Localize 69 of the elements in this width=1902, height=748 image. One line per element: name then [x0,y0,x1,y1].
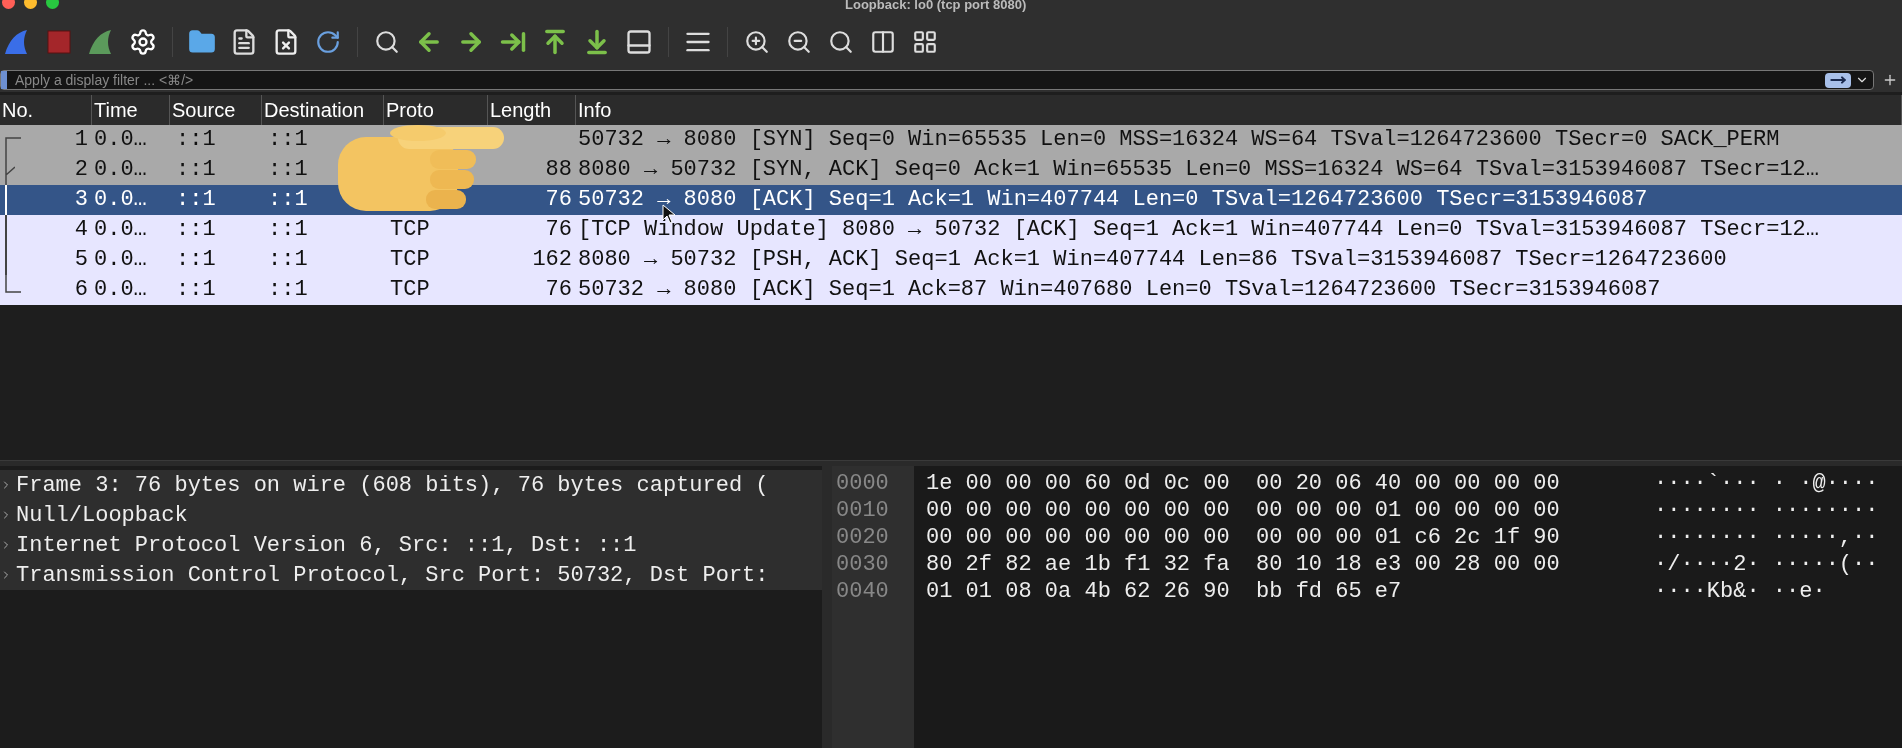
packet-row[interactable]: 3 0.0… ::1 ::1 76 50732 → 8080 [ACK] Seq=1 Ack=1 Win=407744 Len=0 TSval=1264723600 TSecr=3153946087 [0,185,1902,215]
table-cell-text: 88 [545,156,572,184]
table-cell: ::1 [268,217,308,242]
table-cell-text: 162 [532,246,572,274]
table-cell: TCP [390,277,430,302]
ascii-bytes: ····Kb&· ··e· [1654,578,1826,605]
table-cell: 0.0… [94,127,147,152]
table-cell: ::1 [176,277,216,302]
ascii-bytes: ········ ·····,·· [1654,524,1879,551]
table-cell: ::1 [176,187,216,212]
table-cell: ::1 [176,157,216,182]
hex-bytes: 01 01 08 0a 4b 62 26 90 bb fd 65 e7 [925,578,1403,605]
table-cell: 0.0… [94,187,147,212]
table-cell: 0.0… [94,247,147,272]
table-cell-text: 6 [74,276,89,304]
table-cell-text: 2 [74,156,89,184]
table-cell: ::1 [268,157,308,182]
table-cell: 8080 → 50732 [PSH, ACK] Seq=1 Ack=1 Win=407744 Len=86 TSval=3153946087 TSecr=1264723600 [578,247,1727,272]
table-cell: [TCP Window Update] 8080 → 50732 [ACK] Seq=1 Ack=1 Win=407744 Len=0 TSval=3153946087 TSecr=12… [578,217,1819,242]
table-cell: 50732 → 8080 [ACK] Seq=1 Ack=1 Win=407744 Len=0 TSval=1264723600 TSecr=3153946087 [578,187,1648,212]
table-cell: 8080 → 50732 [SYN, ACK] Seq=0 Ack=1 Win=65535 Len=0 MSS=16324 WS=64 TSval=3153946087 TSecr=12… [578,157,1819,182]
table-cell: ::1 [268,247,308,272]
packet-row[interactable]: 4 0.0… ::1 ::1 TCP 76 [TCP Window Update] 8080 → 50732 [ACK] Seq=1 Ack=1 Win=407744 Len=0 TSval=3153946087 TSecr=12… [0,215,1902,245]
ascii-bytes: ····`··· · ·@···· [1654,470,1879,497]
table-cell-text: 3 [74,186,89,214]
column-header[interactable]: Destination [264,99,365,121]
packet-row[interactable]: 1 0.0… ::1 ::1 50732 → 8080 [SYN] Seq=0 Win=65535 Len=0 MSS=16324 WS=64 TSval=1264723600 TSecr=0 SACK_PERM [0,125,1902,155]
column-header[interactable]: Info [578,99,612,121]
table-cell: ::1 [268,277,308,302]
table-cell: 0.0… [94,157,147,182]
hex-bytes: 00 00 00 00 00 00 00 00 00 00 00 01 00 00 00 00 [925,497,1561,524]
hex-bytes: 1e 00 00 00 60 0d 0c 00 00 20 06 40 00 00 00 00 [925,470,1561,497]
table-cell: TCP [390,247,430,272]
column-header[interactable]: Proto [386,99,434,121]
packet-row[interactable]: 6 0.0… ::1 ::1 TCP 76 50732 → 8080 [ACK] Seq=1 Ack=87 Win=407680 Len=0 TSval=1264723600 TSecr=3153946087 [0,275,1902,305]
add-filter-icon[interactable] [1882,72,1898,88]
packet-row[interactable]: 2 0.0… ::1 ::1 88 8080 → 50732 [SYN, ACK] Seq=0 Ack=1 Win=65535 Len=0 MSS=16324 WS=64 TSval=3153946087 TSecr=12… [0,155,1902,185]
table-cell: ::1 [176,127,216,152]
ascii-bytes: ·/····2· ·····(·· [1654,551,1879,578]
table-cell: 0.0… [94,217,147,242]
byte-offset: 0040 [835,578,890,605]
apply-filter-button[interactable] [1825,72,1851,88]
hex-bytes: 00 00 00 00 00 00 00 00 00 00 00 01 c6 2c 1f 90 [925,524,1561,551]
byte-offset: 0010 [835,497,890,524]
table-cell: TCP [390,217,430,242]
byte-offset: 0020 [835,524,890,551]
table-cell: 50732 → 8080 [SYN] Seq=0 Win=65535 Len=0 MSS=16324 WS=64 TSval=1264723600 TSecr=0 SACK_PERM [578,127,1780,152]
table-cell-text: 4 [74,216,89,244]
table-cell: 50732 → 8080 [ACK] Seq=1 Ack=87 Win=407680 Len=0 TSval=1264723600 TSecr=3153946087 [578,277,1661,302]
column-header[interactable]: Time [94,99,138,121]
table-cell-text: 76 [545,276,572,304]
byte-offset: 0030 [835,551,890,578]
hex-bytes: 80 2f 82 ae 1b f1 32 fa 80 10 18 e3 00 28 00 00 [925,551,1561,578]
ascii-bytes: ········ ········ [1654,497,1879,524]
table-cell: ::1 [268,187,308,212]
column-header[interactable]: Length [490,99,552,121]
table-cell-text: 76 [545,186,572,214]
table-cell: 0.0… [94,277,147,302]
window-title: Loopback: lo0 (tcp port 8080) [845,0,1027,11]
table-cell-text: 5 [74,246,89,274]
table-cell-text: 76 [545,216,572,244]
column-header[interactable]: Source [172,99,236,121]
packet-row[interactable]: 5 0.0… ::1 ::1 TCP 162 8080 → 50732 [PSH, ACK] Seq=1 Ack=1 Win=407744 Len=86 TSval=3153946087 TSecr=1264723600 [0,245,1902,275]
table-cell: ::1 [176,247,216,272]
byte-offset: 0000 [835,470,890,497]
table-cell: ::1 [176,217,216,242]
table-cell-text: 1 [74,126,89,154]
column-header[interactable]: No. [2,99,34,121]
table-cell: ::1 [268,127,308,152]
